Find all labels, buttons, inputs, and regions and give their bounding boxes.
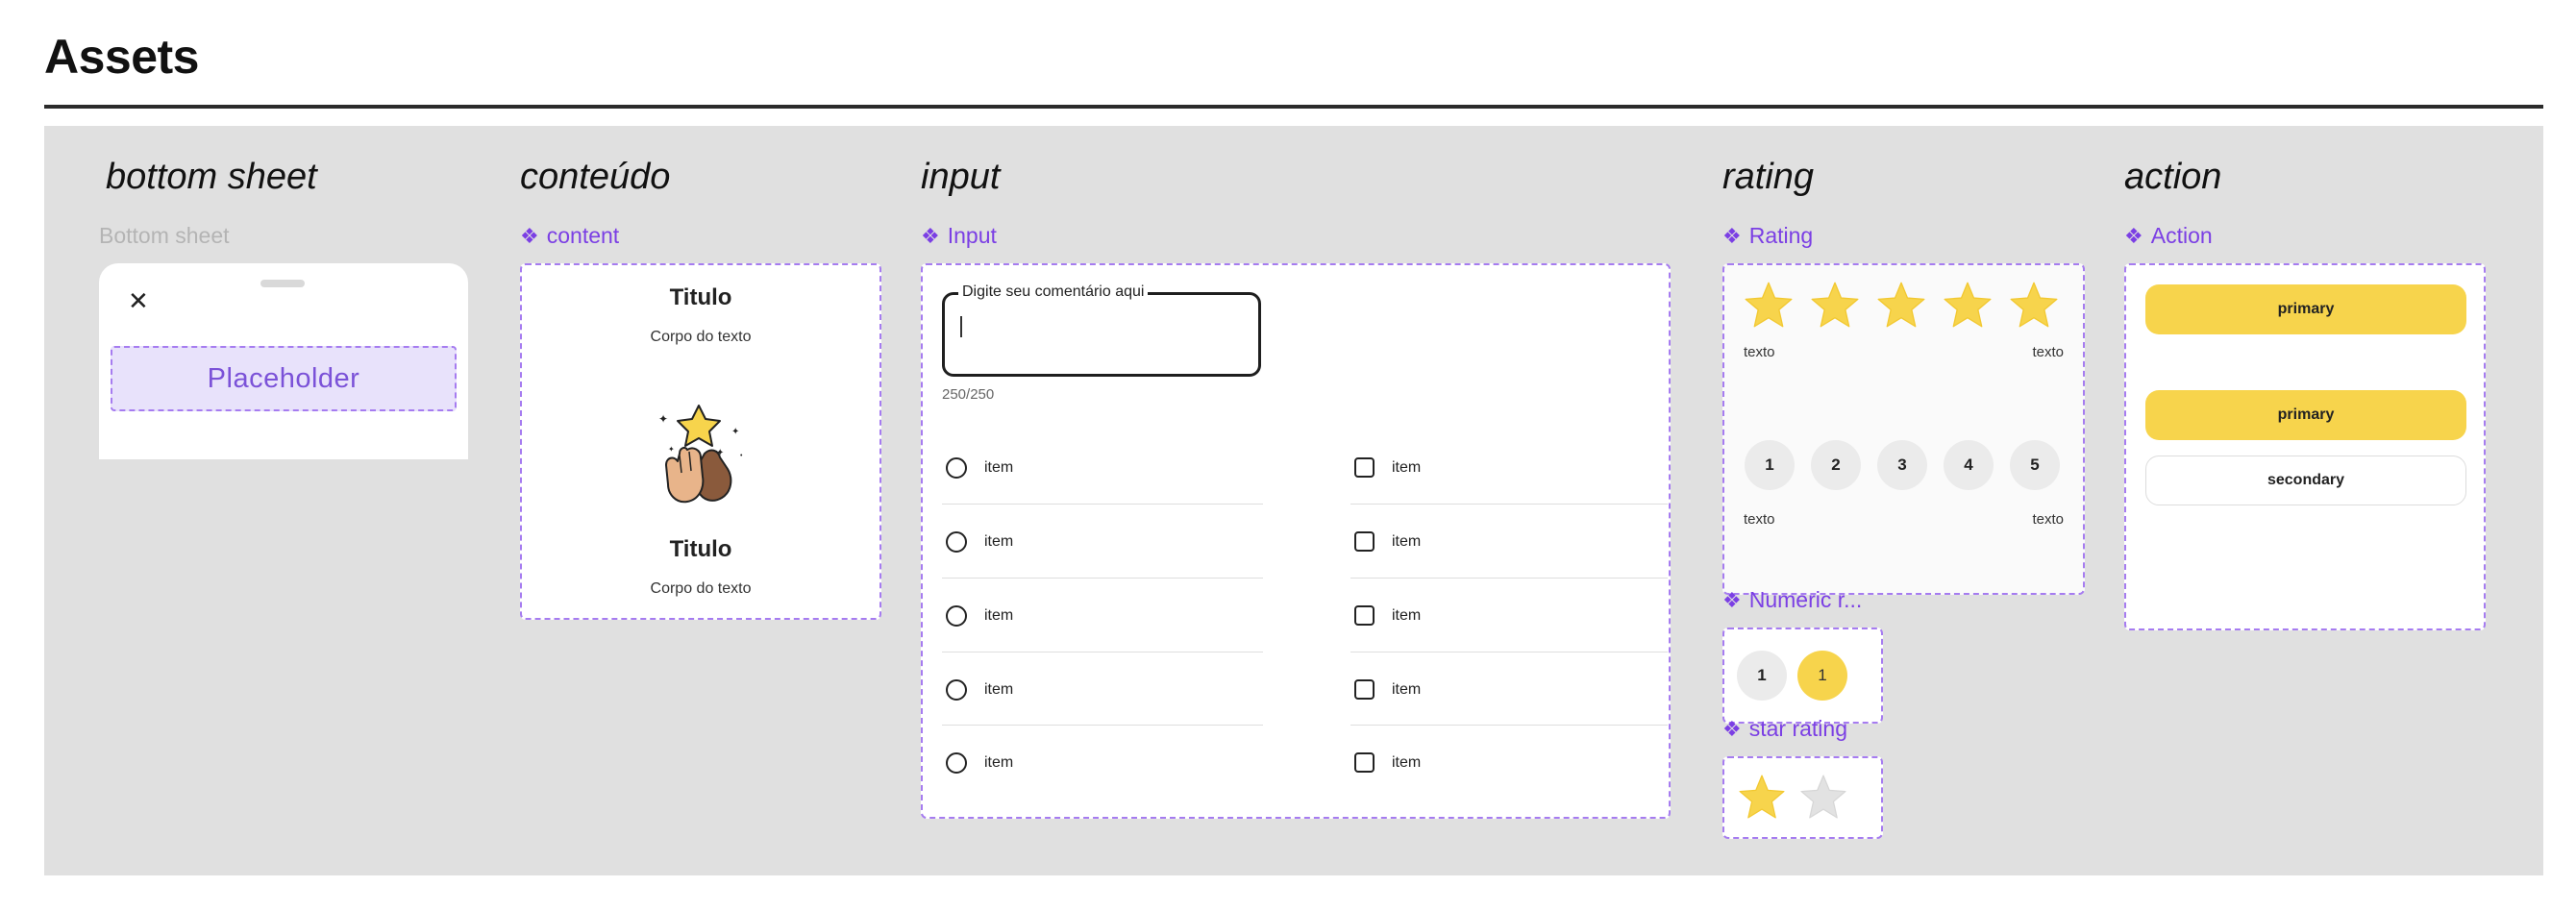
star-icon[interactable] bbox=[1876, 281, 1926, 329]
checkbox-icon[interactable] bbox=[1354, 679, 1375, 700]
checkbox-item[interactable]: item bbox=[1350, 652, 1668, 726]
numeric-rating-option[interactable]: 1 bbox=[1745, 440, 1795, 490]
star-scale-label-left: texto bbox=[1744, 344, 1775, 360]
star-filled-icon[interactable] bbox=[1738, 774, 1786, 820]
checkbox-item[interactable]: item bbox=[1350, 726, 1668, 800]
radio-item[interactable]: item bbox=[942, 431, 1263, 505]
text-field-label: Digite seu comentário aqui bbox=[958, 283, 1149, 301]
component-label-action: ❖ Action bbox=[2124, 223, 2213, 248]
numeric-rating-option[interactable]: 5 bbox=[2010, 440, 2060, 490]
radio-button-icon[interactable] bbox=[946, 678, 967, 701]
radio-button-icon[interactable] bbox=[946, 751, 967, 774]
radio-button-icon[interactable] bbox=[946, 456, 967, 479]
section-title-input: input bbox=[921, 157, 1001, 197]
numeric-rating-option[interactable]: 3 bbox=[1877, 440, 1927, 490]
component-diamond-icon: ❖ bbox=[1722, 716, 1742, 741]
svg-text:✦: ✦ bbox=[658, 412, 668, 426]
radio-item-label: item bbox=[984, 753, 1014, 771]
checkbox-icon[interactable] bbox=[1354, 605, 1375, 626]
star-icon[interactable] bbox=[1810, 281, 1860, 329]
comment-text-field[interactable]: Digite seu comentário aqui bbox=[942, 283, 1261, 377]
radio-item-label: item bbox=[984, 458, 1014, 476]
checkbox-item[interactable]: item bbox=[1350, 579, 1668, 652]
radio-item-label: item bbox=[984, 606, 1014, 624]
numeric-rating-option[interactable]: 2 bbox=[1811, 440, 1861, 490]
content-placeholder: Placeholder bbox=[111, 346, 457, 411]
checkbox-item-label: item bbox=[1392, 458, 1422, 476]
input-frame: Digite seu comentário aqui 250/250 item … bbox=[921, 263, 1671, 819]
component-label-star-rating: ❖ star rating bbox=[1722, 716, 1847, 741]
star-icon[interactable] bbox=[1943, 281, 1993, 329]
numeric-scale-label-left: texto bbox=[1744, 511, 1775, 528]
section-title-action: action bbox=[2124, 157, 2222, 197]
content-body-2: Corpo do texto bbox=[650, 580, 752, 597]
radio-button-icon[interactable] bbox=[946, 530, 967, 553]
radio-item[interactable]: item bbox=[942, 652, 1263, 726]
radio-item[interactable]: item bbox=[942, 726, 1263, 800]
secondary-button[interactable]: secondary bbox=[2145, 456, 2466, 505]
numeric-rating-selected[interactable]: 1 bbox=[1797, 651, 1847, 701]
component-label-numeric-rating: ❖ Numeric r... bbox=[1722, 587, 1863, 612]
primary-button[interactable]: primary bbox=[2145, 284, 2466, 334]
star-empty-icon[interactable] bbox=[1799, 774, 1847, 820]
numeric-rating-states-frame: 1 1 bbox=[1722, 628, 1883, 724]
sheet-handle[interactable] bbox=[260, 280, 305, 287]
content-title-1: Titulo bbox=[669, 284, 732, 310]
character-counter: 250/250 bbox=[942, 386, 995, 403]
checkbox-icon[interactable] bbox=[1354, 457, 1375, 478]
checkbox-item-label: item bbox=[1392, 606, 1422, 624]
high-five-illustration: ✦ ✦ ✦ ✦ • bbox=[658, 405, 743, 504]
radio-item-label: item bbox=[984, 532, 1014, 550]
section-title-bottom-sheet: bottom sheet bbox=[106, 157, 317, 197]
checkbox-item-label: item bbox=[1392, 753, 1422, 771]
component-label-input: ❖ Input bbox=[921, 223, 997, 248]
text-caret bbox=[960, 316, 962, 337]
checkbox-icon[interactable] bbox=[1354, 531, 1375, 552]
radio-item[interactable]: item bbox=[942, 579, 1263, 652]
action-frame: primary primary secondary bbox=[2124, 263, 2486, 630]
bottom-sheet: ✕ Placeholder bbox=[99, 263, 468, 459]
checkbox-item-label: item bbox=[1392, 680, 1422, 698]
numeric-rating-option[interactable]: 4 bbox=[1944, 440, 1994, 490]
title-divider bbox=[44, 105, 2543, 109]
component-diamond-icon: ❖ bbox=[520, 223, 539, 248]
rating-frame: texto texto 1 2 3 4 5 texto texto bbox=[1722, 263, 2085, 595]
numeric-scale-label-right: texto bbox=[2032, 511, 2064, 528]
close-icon[interactable]: ✕ bbox=[128, 288, 149, 313]
component-diamond-icon: ❖ bbox=[2124, 223, 2143, 248]
section-title-rating: rating bbox=[1722, 157, 1815, 197]
checkbox-item[interactable]: item bbox=[1350, 505, 1668, 579]
content-body-1: Corpo do texto bbox=[650, 329, 752, 345]
page-title: Assets bbox=[44, 30, 200, 84]
svg-text:•: • bbox=[740, 453, 743, 459]
radio-item[interactable]: item bbox=[942, 505, 1263, 579]
svg-text:✦: ✦ bbox=[731, 427, 739, 437]
star-rating-states-frame bbox=[1722, 756, 1883, 839]
section-title-content: conteúdo bbox=[520, 157, 671, 197]
svg-text:✦: ✦ bbox=[668, 445, 675, 454]
numeric-rating-default[interactable]: 1 bbox=[1737, 651, 1787, 701]
checkbox-item[interactable]: item bbox=[1350, 431, 1668, 505]
content-frame: Titulo Corpo do texto ✦ ✦ ✦ ✦ • Titulo C… bbox=[520, 263, 881, 620]
component-diamond-icon: ❖ bbox=[921, 223, 940, 248]
star-icon[interactable] bbox=[2009, 281, 2059, 329]
checkbox-icon[interactable] bbox=[1354, 752, 1375, 773]
component-label-content: ❖ content bbox=[520, 223, 620, 248]
star-icon bbox=[677, 405, 721, 447]
star-icon[interactable] bbox=[1744, 281, 1794, 329]
component-diamond-icon: ❖ bbox=[1722, 587, 1742, 612]
component-diamond-icon: ❖ bbox=[1722, 223, 1742, 248]
checkbox-item-label: item bbox=[1392, 532, 1422, 550]
content-title-2: Titulo bbox=[669, 536, 732, 562]
radio-button-icon[interactable] bbox=[946, 604, 967, 627]
component-label-bottom-sheet: Bottom sheet bbox=[99, 223, 230, 248]
primary-button[interactable]: primary bbox=[2145, 390, 2466, 440]
radio-item-label: item bbox=[984, 680, 1014, 698]
star-scale-label-right: texto bbox=[2032, 344, 2064, 360]
component-label-rating: ❖ Rating bbox=[1722, 223, 1814, 248]
